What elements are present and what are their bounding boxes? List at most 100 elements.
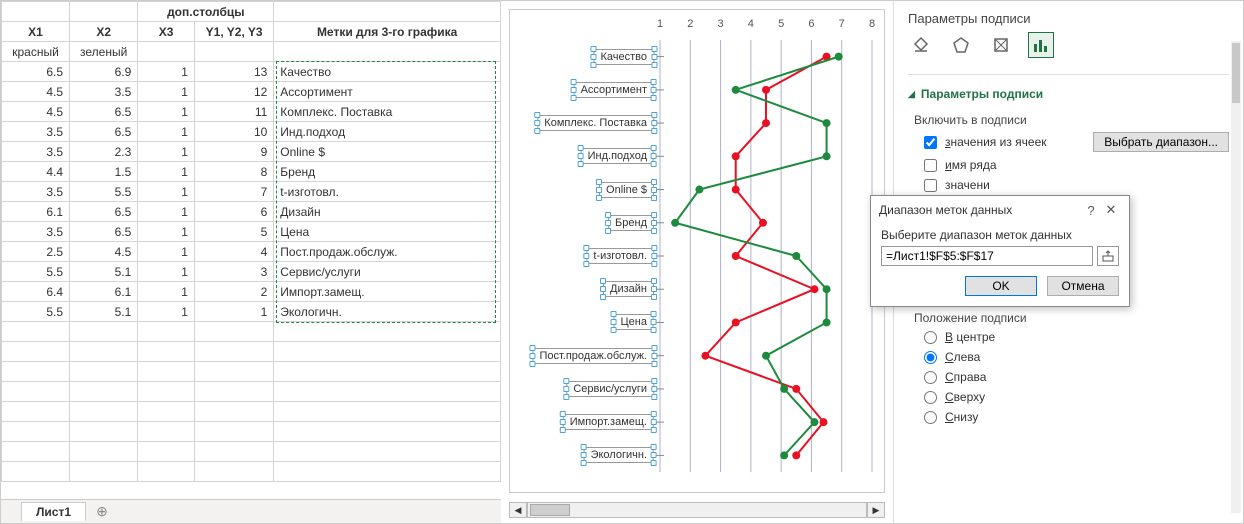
data-label[interactable]: Ассортимент	[574, 82, 654, 98]
data-label[interactable]: Экологичн.	[584, 447, 654, 463]
cell-x3[interactable]: 1	[138, 102, 195, 122]
selection-handle[interactable]	[651, 212, 657, 218]
selection-handle[interactable]	[583, 245, 589, 251]
selection-handle[interactable]	[560, 419, 566, 425]
cell-x3[interactable]: 1	[138, 302, 195, 322]
cell-x3[interactable]: 1	[138, 222, 195, 242]
cell-label[interactable]: Цена	[274, 222, 501, 242]
cell-x2[interactable]: 6.1	[70, 282, 138, 302]
series-marker[interactable]	[701, 352, 709, 360]
selection-handle[interactable]	[651, 179, 657, 185]
range-input[interactable]	[881, 246, 1093, 266]
cell-label[interactable]: Ассортимент	[274, 82, 501, 102]
selection-handle[interactable]	[651, 386, 657, 392]
selection-handle[interactable]	[651, 460, 657, 466]
series-marker[interactable]	[810, 285, 818, 293]
cell-label[interactable]: Сервис/услуги	[274, 262, 501, 282]
data-label[interactable]: Пост.продаж.обслуж.	[532, 348, 654, 364]
series-marker[interactable]	[732, 86, 740, 94]
cell-x2[interactable]: 5.5	[70, 182, 138, 202]
selection-handle[interactable]	[578, 145, 584, 151]
cell-x3[interactable]: 1	[138, 122, 195, 142]
selection-handle[interactable]	[651, 311, 657, 317]
table-row[interactable]: 6.56.9113Качество	[2, 62, 501, 82]
dialog-help-button[interactable]: ?	[1081, 203, 1101, 218]
selection-handle[interactable]	[563, 394, 569, 400]
cell-y[interactable]: 11	[194, 102, 273, 122]
table-row[interactable]: 4.56.5111Комплекс. Поставка	[2, 102, 501, 122]
selection-handle[interactable]	[651, 294, 657, 300]
selection-handle[interactable]	[563, 386, 569, 392]
data-label[interactable]: t-изготовл.	[586, 248, 654, 264]
selection-handle[interactable]	[571, 87, 577, 93]
cell-y[interactable]: 5	[194, 222, 273, 242]
range-picker-button[interactable]	[1097, 246, 1119, 266]
selection-handle[interactable]	[581, 452, 587, 458]
selection-handle[interactable]	[651, 95, 657, 101]
selection-handle[interactable]	[611, 327, 617, 333]
cell-x2[interactable]: 1.5	[70, 162, 138, 182]
table-row[interactable]: 3.52.319Online $	[2, 142, 501, 162]
cell-x3[interactable]: 1	[138, 262, 195, 282]
col-x2[interactable]: X2	[70, 22, 138, 42]
selection-handle[interactable]	[651, 145, 657, 151]
cell-x1[interactable]: 4.5	[2, 102, 70, 122]
radio-pos-center[interactable]	[924, 331, 937, 344]
cell-x2[interactable]: 6.5	[70, 202, 138, 222]
sheet-tab[interactable]: Лист1	[21, 502, 86, 521]
selection-handle[interactable]	[651, 228, 657, 234]
lbl-pos-right[interactable]: Справа	[945, 370, 986, 384]
scroll-thumb[interactable]	[530, 504, 570, 516]
cell-label[interactable]: Экологичн.	[274, 302, 501, 322]
series-marker[interactable]	[671, 219, 679, 227]
chk-series-name[interactable]	[924, 159, 937, 172]
cell-label[interactable]: Пост.продаж.обслуж.	[274, 242, 501, 262]
series-marker[interactable]	[759, 219, 767, 227]
col-y[interactable]: Y1, Y2, Y3	[194, 22, 273, 42]
data-label[interactable]: Сервис/услуги	[566, 381, 654, 397]
selection-handle[interactable]	[611, 311, 617, 317]
col-x3[interactable]: X3	[138, 22, 195, 42]
cell-y[interactable]: 4	[194, 242, 273, 262]
cell-x3[interactable]: 1	[138, 242, 195, 262]
series-marker[interactable]	[792, 252, 800, 260]
selection-handle[interactable]	[605, 212, 611, 218]
cell-y[interactable]: 12	[194, 82, 273, 102]
cell-x1[interactable]: 5.5	[2, 262, 70, 282]
series-marker[interactable]	[762, 86, 770, 94]
selection-handle[interactable]	[651, 444, 657, 450]
selection-handle[interactable]	[651, 411, 657, 417]
selection-handle[interactable]	[578, 161, 584, 167]
cell-x1[interactable]: 3.5	[2, 182, 70, 202]
selection-handle[interactable]	[651, 353, 657, 359]
cell-x1[interactable]: 6.4	[2, 282, 70, 302]
cell-y[interactable]: 13	[194, 62, 273, 82]
label-options-icon[interactable]	[1028, 32, 1054, 58]
series-marker[interactable]	[695, 186, 703, 194]
selection-handle[interactable]	[560, 427, 566, 433]
selection-handle[interactable]	[581, 460, 587, 466]
selection-handle[interactable]	[651, 54, 657, 60]
cell-x1[interactable]: 6.1	[2, 202, 70, 222]
lbl-pos-center[interactable]: В центре	[945, 330, 995, 344]
data-label[interactable]: Инд.подход	[581, 148, 654, 164]
dialog-titlebar[interactable]: Диапазон меток данных ? ✕	[871, 196, 1129, 224]
cell-x2[interactable]: 5.1	[70, 302, 138, 322]
selection-handle[interactable]	[600, 278, 606, 284]
table-row[interactable]: 6.46.112Импорт.замещ.	[2, 282, 501, 302]
pane-vscrollbar[interactable]	[1231, 41, 1241, 513]
lbl-pos-left[interactable]: Слева	[945, 350, 980, 364]
cell-x1[interactable]: 3.5	[2, 222, 70, 242]
cell-x3[interactable]: 1	[138, 142, 195, 162]
cell-y[interactable]: 3	[194, 262, 273, 282]
selection-handle[interactable]	[529, 353, 535, 359]
dialog-cancel-button[interactable]: Отмена	[1047, 276, 1119, 296]
lbl-pos-below[interactable]: Снизу	[945, 410, 978, 424]
cell-x3[interactable]: 1	[138, 202, 195, 222]
chk-value-x[interactable]	[924, 179, 937, 192]
dialog-close-button[interactable]: ✕	[1101, 202, 1121, 218]
scroll-right-button[interactable]: ▶	[867, 502, 885, 518]
selection-handle[interactable]	[534, 128, 540, 134]
selection-handle[interactable]	[534, 112, 540, 118]
radio-pos-left[interactable]	[924, 351, 937, 364]
